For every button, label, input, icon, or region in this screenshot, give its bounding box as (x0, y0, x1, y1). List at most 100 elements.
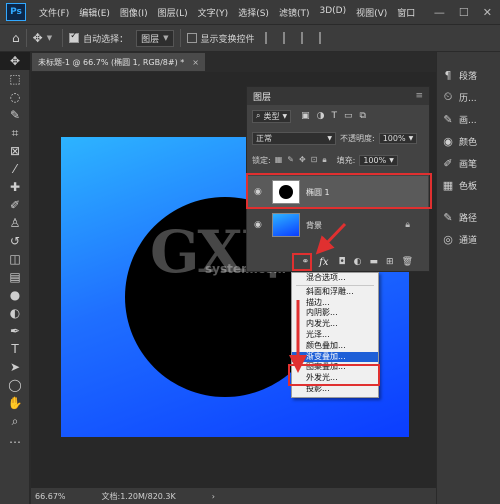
minimize-button[interactable]: — (434, 6, 445, 19)
lock-transparent-icon[interactable]: ▦ (275, 155, 283, 165)
close-button[interactable]: ✕ (483, 6, 492, 19)
filter-kind-dropdown[interactable]: ⌕ 类型 ▼ (252, 109, 292, 123)
dock-label: 段落 (459, 71, 478, 82)
dock-swatches[interactable]: ▦ 色板 (437, 174, 500, 196)
lock-position-icon[interactable]: ✥ (299, 155, 306, 165)
home-icon[interactable]: ⌂ (12, 31, 20, 45)
path-select-icon[interactable]: ➤ (0, 358, 30, 376)
filter-smart-object-icon[interactable]: ⧉ (360, 111, 366, 121)
align-left-icon[interactable] (264, 32, 277, 44)
layer-thumbnail[interactable] (272, 213, 300, 237)
dock-channels[interactable]: ◎ 通道 (437, 228, 500, 250)
ellipse-icon[interactable]: ◯ (0, 376, 30, 394)
filter-shape-icon[interactable]: ▭ (344, 111, 353, 121)
align-center-icon[interactable] (282, 32, 295, 44)
gradient-icon[interactable]: ▤ (0, 268, 30, 286)
add-layer-style-button[interactable]: fx (317, 257, 330, 268)
filter-type-icon[interactable]: T (331, 111, 337, 121)
menu-view[interactable]: 视图(V) (351, 6, 392, 19)
crop-icon[interactable]: ⌗ (0, 124, 30, 142)
menu-window[interactable]: 窗口 (392, 6, 420, 19)
tool-preset-caret[interactable]: ▼ (43, 34, 56, 42)
filter-pixel-icon[interactable]: ▣ (301, 111, 310, 121)
dock-paths[interactable]: ✎ 路径 (437, 206, 500, 228)
maximize-button[interactable]: ☐ (459, 6, 469, 19)
align-right-icon[interactable] (300, 32, 313, 44)
menu-item-gradient-overlay[interactable]: 渐变叠加... (292, 351, 378, 363)
stamp-icon[interactable]: ♙ (0, 214, 30, 232)
menu-item-bevel-emboss[interactable]: 斜面和浮雕... (292, 287, 378, 298)
fill-label: 填充: (336, 155, 356, 165)
dock-paragraph[interactable]: ¶ 段落 (437, 64, 500, 86)
move-tool-icon[interactable]: ✥ (33, 31, 43, 45)
show-transform-checkbox[interactable] (186, 33, 197, 43)
fill-input[interactable]: 100% ▼ (359, 154, 398, 166)
close-tab-icon[interactable]: × (192, 58, 199, 67)
frame-icon[interactable]: ⊠ (0, 142, 30, 160)
new-layer-icon[interactable]: ⊞ (386, 257, 394, 267)
menu-file[interactable]: 文件(F) (34, 6, 74, 19)
history-brush-icon[interactable]: ↺ (0, 232, 30, 250)
dock-color[interactable]: ◉ 颜色 (437, 130, 500, 152)
auto-select-target-dropdown[interactable]: 图层 ▼ (136, 29, 174, 47)
align-top-icon[interactable] (318, 32, 331, 44)
menu-3d[interactable]: 3D(D) (314, 6, 351, 19)
pen-icon[interactable]: ✒ (0, 322, 30, 340)
new-group-icon[interactable]: ▬ (370, 257, 379, 267)
eraser-icon[interactable]: ◫ (0, 250, 30, 268)
hand-icon[interactable]: ✋ (0, 394, 30, 412)
add-mask-icon[interactable]: ◘ (339, 257, 346, 267)
zoom-icon[interactable]: ⌕ (0, 412, 30, 430)
history-icon: ⏲ (443, 90, 453, 103)
dock-brushes[interactable]: ✐ 画笔 (437, 152, 500, 174)
document-info[interactable]: 文档:1.20M/820.3K (102, 491, 176, 502)
blend-mode-dropdown[interactable]: 正常 ▼ (252, 131, 336, 145)
layer-row-background[interactable]: ◉ 背景 🔒︎ (248, 209, 428, 241)
menu-item-inner-glow[interactable]: 内发光... (292, 319, 378, 330)
brush-icon[interactable]: ✐ (0, 196, 30, 214)
quick-select-icon[interactable]: ✎ (0, 106, 30, 124)
more-icon[interactable]: … (0, 430, 30, 448)
window-controls: — ☐ ✕ (434, 6, 500, 19)
blur-icon[interactable]: ● (0, 286, 30, 304)
lock-label: 锁定: (252, 155, 271, 165)
marquee-icon[interactable]: ⬚ (0, 70, 30, 88)
status-arrow-icon[interactable]: › (212, 492, 215, 501)
dock-brush[interactable]: ✎ 画... (437, 108, 500, 130)
layer-name[interactable]: 背景 (306, 220, 322, 231)
auto-select-checkbox[interactable] (69, 31, 80, 43)
menu-layer[interactable]: 图层(L) (153, 6, 193, 19)
eyedropper-icon[interactable]: ⁄ (0, 160, 30, 178)
dock-history[interactable]: ⏲ 历... (437, 86, 500, 108)
menu-image[interactable]: 图像(I) (115, 6, 153, 19)
opacity-input[interactable]: 100% ▼ (378, 132, 418, 144)
lock-row: 锁定: ▦ ✎ ✥ ⊡ 🔒︎ 填充: 100% ▼ (247, 149, 429, 171)
menu-edit[interactable]: 编辑(E) (74, 6, 115, 19)
divider (25, 29, 27, 47)
document-tab[interactable]: 未标题-1 @ 66.7% (椭圆 1, RGB/8#) * × (32, 53, 205, 71)
chevron-down-icon: ▼ (282, 112, 288, 120)
menu-item-inner-shadow[interactable]: 内阴影... (292, 308, 378, 319)
menu-select[interactable]: 选择(S) (233, 6, 274, 19)
menu-filter[interactable]: 滤镜(T) (274, 6, 315, 19)
visibility-eye-icon[interactable]: ◉ (254, 220, 266, 230)
lock-artboard-icon[interactable]: ⊡ (311, 155, 318, 165)
type-icon[interactable]: T (0, 340, 30, 358)
filter-adjustment-icon[interactable]: ◑ (317, 111, 325, 121)
lock-all-icon[interactable]: 🔒︎ (322, 155, 326, 165)
healing-icon[interactable]: ✚ (0, 178, 30, 196)
layers-panel-title[interactable]: 图层 (253, 90, 271, 103)
new-adjustment-icon[interactable]: ◐ (354, 257, 362, 267)
dodge-icon[interactable]: ◐ (0, 304, 30, 322)
menu-item-color-overlay[interactable]: 颜色叠加... (292, 341, 378, 352)
lasso-icon[interactable]: ◌ (0, 88, 30, 106)
lock-pixels-icon[interactable]: ✎ (287, 155, 294, 165)
menu-item-stroke[interactable]: 描边... (292, 298, 378, 309)
menu-type[interactable]: 文字(Y) (193, 6, 234, 19)
delete-layer-icon[interactable]: 🗑︎ (402, 257, 413, 267)
menu-item-satin[interactable]: 光泽... (292, 330, 378, 341)
menu-item-blending-options[interactable]: 混合选项... (292, 273, 378, 284)
move-icon[interactable]: ✥ (0, 52, 30, 70)
zoom-level[interactable]: 66.67% (35, 492, 66, 501)
panel-menu-icon[interactable]: ≡ (415, 91, 423, 101)
